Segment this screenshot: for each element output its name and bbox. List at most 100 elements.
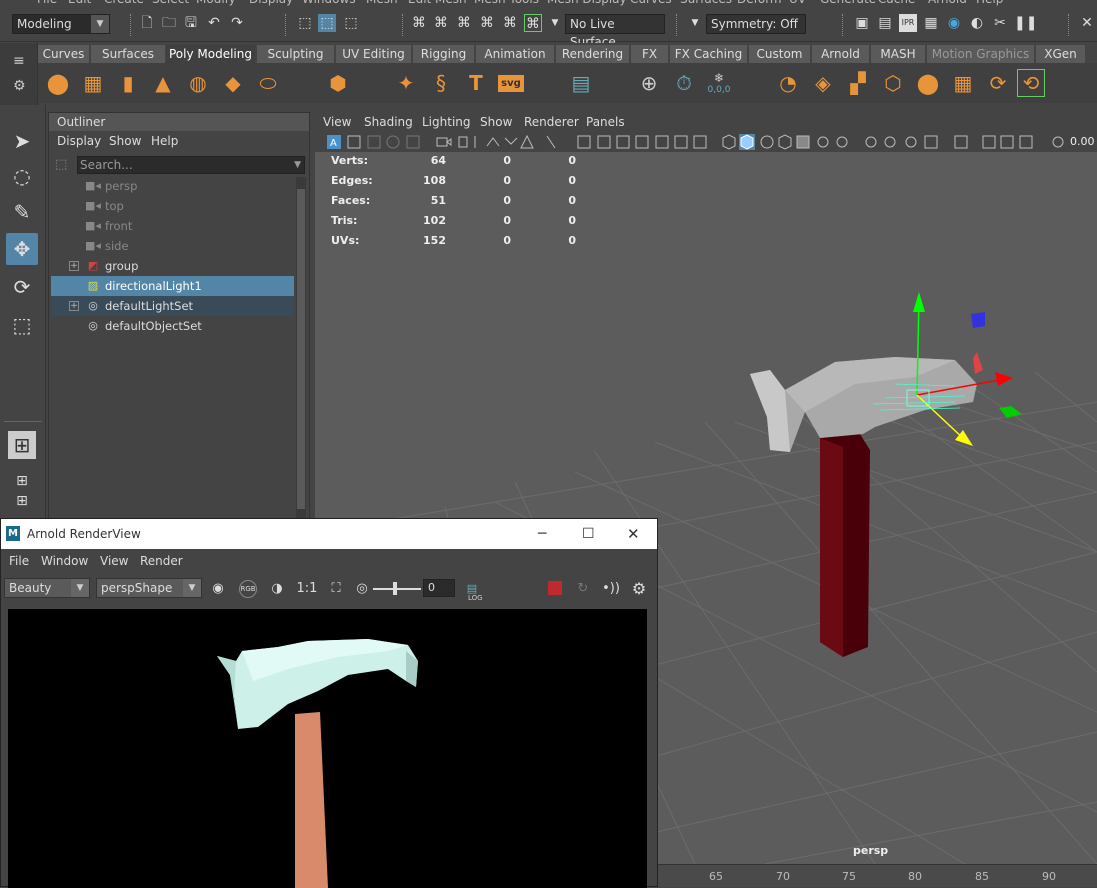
tab-arnold[interactable]: Arnold xyxy=(812,45,870,63)
freeze-transform-icon[interactable]: ⏱ xyxy=(670,69,698,97)
menu-shading[interactable]: Shading xyxy=(364,115,413,129)
paint-select-icon[interactable]: ✎ xyxy=(6,196,38,228)
poly-torus-icon[interactable]: ◍ xyxy=(184,69,212,97)
tab-animation[interactable]: Animation xyxy=(476,45,555,63)
interactive-icon[interactable]: •)) xyxy=(601,579,621,599)
exposure-slider[interactable] xyxy=(373,588,421,590)
list-item[interactable]: ■◂ side xyxy=(51,236,294,256)
snap-grid-icon[interactable]: ⌘ xyxy=(410,14,428,32)
poly-cube-icon[interactable]: ▦ xyxy=(79,69,107,97)
aov-dropdown[interactable]: Beauty ▼ xyxy=(4,578,90,598)
tab-xgen[interactable]: XGen xyxy=(1036,45,1086,63)
close-icon[interactable]: ✕ xyxy=(627,519,640,549)
tab-uv-editing[interactable]: UV Editing xyxy=(336,45,412,63)
bridge-icon[interactable]: ⟳ xyxy=(984,69,1012,97)
stop-render-icon[interactable] xyxy=(548,581,562,595)
refresh-icon[interactable]: ↻ xyxy=(573,579,593,599)
poly-cone-icon[interactable]: ▲ xyxy=(149,69,177,97)
snap-point-icon[interactable]: ⌘ xyxy=(455,14,473,32)
tab-mash[interactable]: MASH xyxy=(871,45,926,63)
render-sequence-icon[interactable]: ▤ xyxy=(876,14,894,32)
menu-view[interactable]: View xyxy=(100,554,128,568)
smooth-icon[interactable]: ◔ xyxy=(774,69,802,97)
chevron-down-icon[interactable]: ▼ xyxy=(546,14,564,32)
panel-toolbar-icons[interactable]: A xyxy=(315,132,1097,152)
extract-icon[interactable]: ⬡ xyxy=(879,69,907,97)
menu-panels[interactable]: Panels xyxy=(586,115,625,129)
tab-surfaces[interactable]: Surfaces xyxy=(91,45,166,63)
select-component-icon[interactable]: ⬚ xyxy=(342,14,360,32)
uv-editor-icon[interactable]: ▤ xyxy=(567,69,595,97)
list-item[interactable]: ■◂ persp xyxy=(51,176,294,196)
pause-icon[interactable]: ❚❚ xyxy=(1014,14,1037,32)
ipr-icon[interactable]: IPR xyxy=(899,14,917,32)
gear-icon[interactable]: ⚙ xyxy=(13,78,26,94)
single-view-icon[interactable]: ⊞ xyxy=(8,431,36,459)
platonic-solid-icon[interactable]: ⬢ xyxy=(324,69,352,97)
menu-show[interactable]: Show xyxy=(109,134,141,148)
slider-handle[interactable] xyxy=(393,582,397,595)
render-image[interactable] xyxy=(8,609,647,888)
poly-plane-icon[interactable]: ◆ xyxy=(219,69,247,97)
tab-custom[interactable]: Custom xyxy=(749,45,811,63)
transfer-icon[interactable]: ⟲ xyxy=(1017,69,1045,97)
scroll-thumb[interactable] xyxy=(297,189,305,509)
menu-show[interactable]: Show xyxy=(480,115,512,129)
list-item[interactable]: + ◎ defaultLightSet xyxy=(51,296,294,316)
list-item[interactable]: ■◂ top xyxy=(51,196,294,216)
search-input[interactable]: Search... ▼ xyxy=(77,156,305,174)
undo-icon[interactable]: ↶ xyxy=(205,14,223,32)
combine-icon[interactable]: ◈ xyxy=(809,69,837,97)
menu-file[interactable]: File xyxy=(9,554,29,568)
log-icon[interactable]: ▤ LOG xyxy=(462,579,483,602)
tab-sculpting[interactable]: Sculpting xyxy=(257,45,335,63)
tab-fx[interactable]: FX xyxy=(631,45,669,63)
list-item[interactable]: + ◩ group xyxy=(51,256,294,276)
select-tool-icon[interactable]: ➤ xyxy=(6,125,38,157)
menu-renderer[interactable]: Renderer xyxy=(524,115,579,129)
rgb-channel-icon[interactable]: RGB xyxy=(239,580,257,598)
live-surface-field[interactable]: No Live Surface xyxy=(565,14,665,49)
make-live-icon[interactable]: ⌘ xyxy=(524,14,542,32)
exposure-icon[interactable]: ◎ xyxy=(352,579,372,599)
fluid-icon[interactable]: ✂ xyxy=(991,14,1009,32)
maximize-icon[interactable]: ☐ xyxy=(582,519,595,549)
tab-fx-caching[interactable]: FX Caching xyxy=(670,45,748,63)
separate-icon[interactable]: ▞ xyxy=(844,69,872,97)
symmetry-dropdown[interactable]: Symmetry: Off xyxy=(706,14,806,34)
snap-surface-icon[interactable]: ⌘ xyxy=(501,14,519,32)
select-hierarchy-icon[interactable]: ⬚ xyxy=(296,14,314,32)
menu-window[interactable]: Window xyxy=(41,554,88,568)
menu-help[interactable]: Help xyxy=(151,134,178,148)
tab-motion-graphics[interactable]: Motion Graphics xyxy=(927,45,1035,63)
tab-curves[interactable]: Curves xyxy=(38,45,90,63)
type-tool-icon[interactable]: T xyxy=(462,69,490,97)
exposure-input[interactable]: 0 xyxy=(423,579,455,597)
booleans-icon[interactable]: ⬤ xyxy=(914,69,942,97)
tab-rendering[interactable]: Rendering xyxy=(556,45,630,63)
menu-view[interactable]: View xyxy=(323,115,351,129)
menu-icon[interactable]: ≡ xyxy=(13,53,25,69)
select-object-icon[interactable]: ⬚ xyxy=(318,14,336,32)
display-mode-icon[interactable]: ◉ xyxy=(208,579,228,599)
render-frame-icon[interactable]: ▣ xyxy=(853,14,871,32)
chevron-down-icon[interactable]: ▼ xyxy=(294,157,301,173)
minimize-icon[interactable]: ─ xyxy=(538,519,546,549)
arnold-render-icon[interactable]: ◉ xyxy=(945,14,963,32)
svg-tool-icon[interactable]: svg xyxy=(497,69,525,97)
reset-transform-icon[interactable]: ❄ 0,0,0 xyxy=(705,69,733,97)
expand-icon[interactable]: + xyxy=(69,301,79,311)
save-scene-icon[interactable]: 🖫 xyxy=(182,14,200,32)
redo-icon[interactable]: ↷ xyxy=(228,14,246,32)
layout-icon[interactable]: ⊞ xyxy=(6,485,38,517)
hypershade-icon[interactable]: ◐ xyxy=(968,14,986,32)
rotate-tool-icon[interactable]: ⟳ xyxy=(6,271,38,303)
zoom-ratio-button[interactable]: 1:1 xyxy=(294,579,320,599)
mirror-icon[interactable]: ▦ xyxy=(949,69,977,97)
poly-cylinder-icon[interactable]: ▮ xyxy=(114,69,142,97)
poly-disc-icon[interactable]: ⬭ xyxy=(254,69,282,97)
outliner-scrollbar[interactable] xyxy=(296,177,306,522)
move-tool-icon[interactable]: ✥ xyxy=(6,233,38,265)
gear-icon[interactable]: ⚙ xyxy=(629,579,649,599)
snap-view-icon[interactable]: ⌘ xyxy=(478,14,496,32)
